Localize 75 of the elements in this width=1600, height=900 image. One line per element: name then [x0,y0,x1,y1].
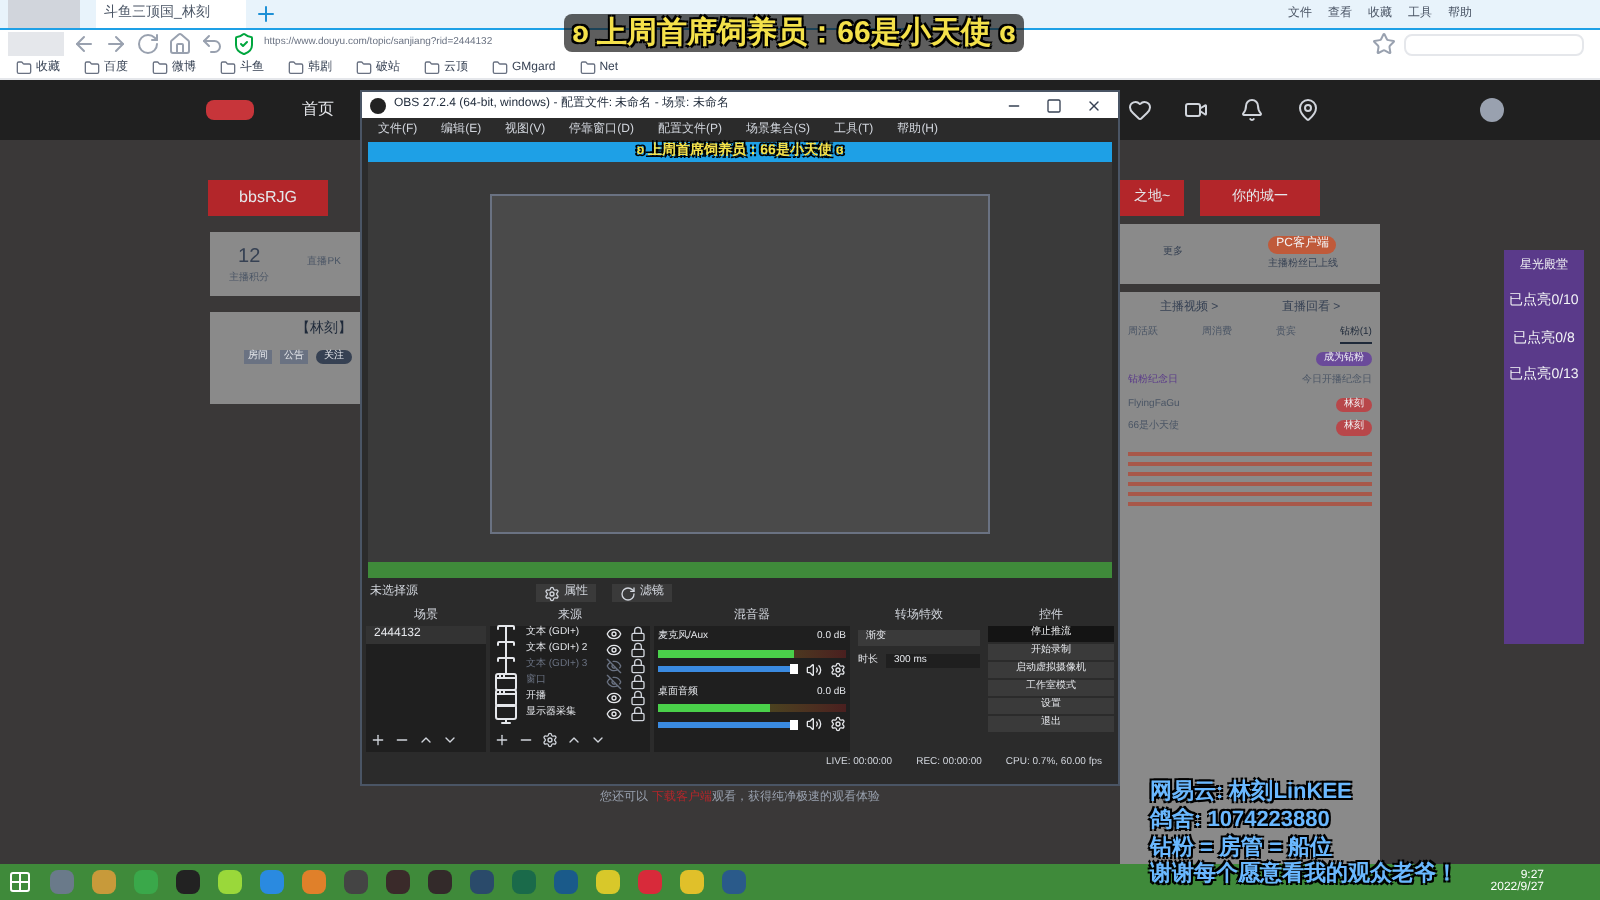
lock-icon[interactable] [630,642,646,658]
settings-icon[interactable] [830,661,846,677]
folder-icon [288,60,304,76]
home-icon[interactable] [168,32,192,56]
speaker-icon[interactable] [806,716,822,732]
volume-slider[interactable] [658,721,798,727]
text-icon [494,638,518,662]
nav-link[interactable]: 首页 [302,98,334,122]
settings-icon[interactable] [542,732,558,748]
video-icon[interactable] [1184,98,1208,122]
settings-icon[interactable] [830,716,846,732]
page-thumbnail [8,0,80,28]
back-icon[interactable] [72,32,96,56]
taskbar-app-icon[interactable] [428,870,452,894]
down-icon[interactable] [590,732,606,748]
avatar[interactable] [1480,98,1504,122]
folder-icon [152,60,168,76]
secure-icon [232,32,256,56]
lock-icon[interactable] [630,706,646,722]
lock-icon[interactable] [630,690,646,706]
overlay-caption-text: 鸽舍: 1074223880 [1150,807,1332,835]
lock-icon[interactable] [630,674,646,690]
volume-slider[interactable] [658,666,798,672]
start-icon[interactable] [8,870,32,894]
taskbar-app-icon[interactable] [386,870,410,894]
site-logo[interactable] [206,100,254,120]
gear-icon [544,585,560,601]
forward-icon[interactable] [104,32,128,56]
undo-icon[interactable] [200,32,224,56]
eye-off-icon[interactable] [606,658,622,674]
window-icon [494,686,518,710]
overlay-caption-text: 钻粉 = 房管 = 船位 [1150,835,1335,861]
slider-thumb[interactable] [790,719,798,729]
reload-icon[interactable] [136,32,160,56]
maximize-icon[interactable] [1046,97,1062,113]
overlay-caption-text: 谢谢每个愿意看我的观众老爷！ [1150,862,1458,890]
bookmark-star-icon[interactable] [1372,32,1396,56]
folder-icon [84,60,100,76]
slider-thumb[interactable] [790,664,798,674]
folder-icon [492,60,508,76]
app-logo-icon [370,97,386,113]
folder-icon [220,60,236,76]
folder-icon [579,60,596,76]
eye-icon[interactable] [606,642,622,658]
pin-icon[interactable] [1296,98,1320,122]
up-icon[interactable] [566,732,582,748]
text-icon [494,654,518,678]
new-tab-icon[interactable] [254,2,278,26]
overlay-title-text: ʚ 上周首席饲养员：66是小天使 ɞ [564,14,1025,52]
text-icon [494,622,518,646]
heart-icon[interactable] [1128,98,1152,122]
down-icon[interactable] [442,732,458,748]
eye-off-icon[interactable] [606,674,622,690]
bell-icon[interactable] [1240,98,1264,122]
eye-icon[interactable] [606,690,622,706]
monitor-icon [494,702,518,726]
points-value: 12 [238,243,261,272]
search-field[interactable] [1404,33,1584,55]
lock-icon[interactable] [630,626,646,642]
close-icon[interactable] [1086,97,1102,113]
lock-icon[interactable] [630,658,646,674]
folder-icon [16,60,32,76]
overlay-caption-text: 网易云: 林刻LinKEE [1150,780,1354,808]
add-icon[interactable] [370,732,386,748]
window-icon [494,670,518,694]
speaker-icon[interactable] [806,661,822,677]
up-icon[interactable] [418,732,434,748]
refresh-icon [620,585,636,601]
eye-icon[interactable] [606,706,622,722]
banner-button[interactable]: bbsRJG [208,180,328,216]
folder-icon [356,60,372,76]
eye-icon[interactable] [606,626,622,642]
taskbar-app-icon[interactable] [176,870,200,894]
add-icon[interactable] [494,732,510,748]
folder-icon [424,60,440,76]
